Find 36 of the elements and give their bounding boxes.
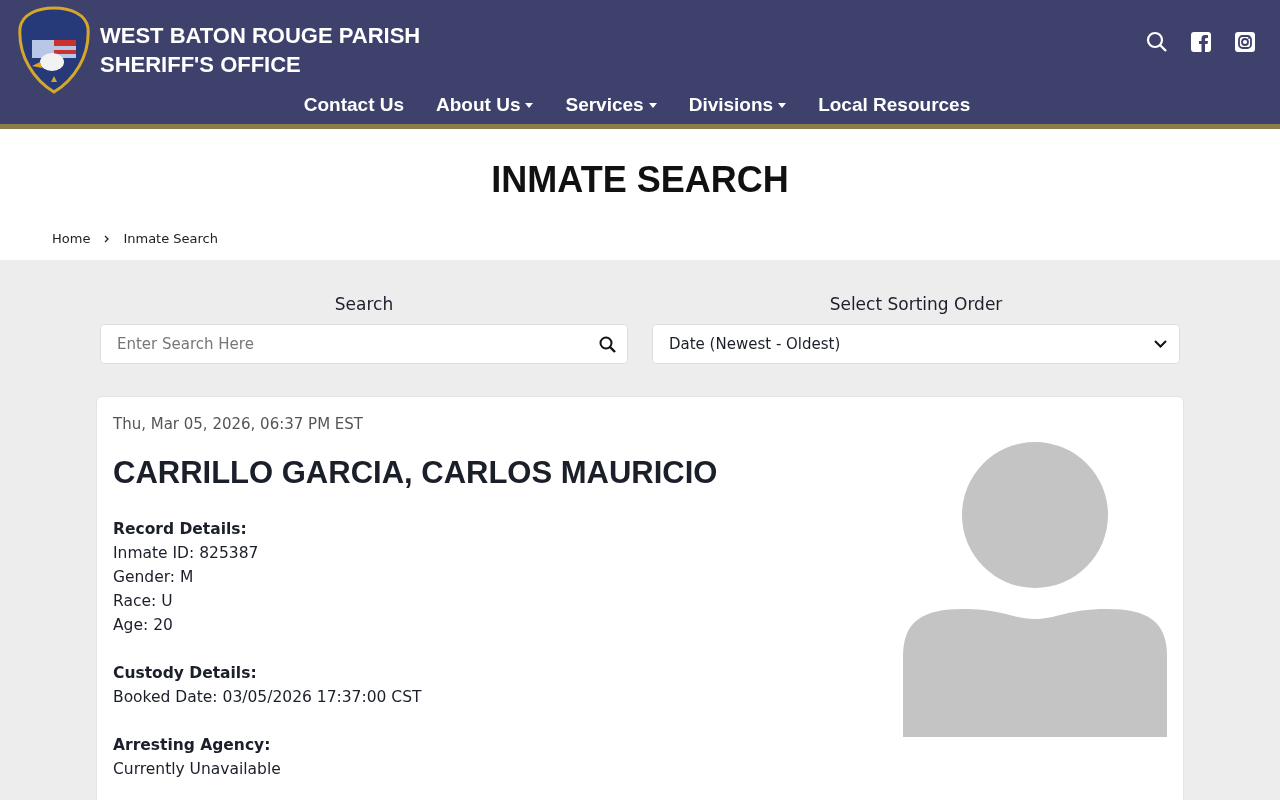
search-icon[interactable] [1146, 31, 1168, 53]
caret-icon [778, 102, 787, 108]
detail-text: Currently Unavailable [113, 759, 282, 780]
nav-link[interactable]: Services [565, 94, 657, 116]
inmate-name: CARRILLO GARCIA, CARLOS MAURICIO [113, 455, 719, 491]
chevron-down-icon [1154, 340, 1167, 348]
section-heading: Custody Details: [113, 663, 258, 684]
detail-text: Booked Date: 03/05/2026 17:37:00 CST [113, 687, 423, 708]
person-silhouette-icon [903, 441, 1167, 737]
facebook-icon[interactable] [1190, 31, 1212, 53]
breadcrumb-link[interactable]: Inmate Search [123, 231, 218, 246]
nav-link[interactable]: Contact Us [303, 94, 405, 116]
caret-icon [525, 102, 534, 108]
breadcrumb-link[interactable]: Home [52, 231, 91, 246]
search-field[interactable]: Enter Search Here [100, 324, 628, 364]
nav-link[interactable]: About Us [436, 94, 534, 116]
chevron-right-icon [104, 234, 110, 243]
nav-link[interactable]: Divisions [688, 94, 787, 116]
instagram-icon[interactable] [1234, 31, 1256, 53]
sort-dropdown[interactable]: Date (Newest - Oldest) [652, 324, 1180, 364]
detail-text: Race: U [113, 591, 174, 612]
site-title[interactable]: WEST BATON ROUGE PARISH [100, 21, 421, 50]
nav-link[interactable]: Local Resources [818, 94, 971, 116]
record-timestamp: Thu, Mar 05, 2026, 06:37 PM EST [113, 415, 365, 433]
caret-icon [648, 102, 657, 108]
detail-text: Inmate ID: 825387 [113, 543, 260, 564]
sheriff-badge-logo-icon[interactable] [18, 6, 90, 94]
sort-label: Select Sorting Order [829, 294, 1003, 314]
detail-text: Age: 20 [113, 615, 174, 636]
section-heading: Arresting Agency: [113, 735, 272, 756]
page-title: INMATE SEARCH [490, 159, 790, 201]
search-icon[interactable] [599, 336, 616, 353]
detail-text: Gender: M [113, 567, 195, 588]
section-heading: Record Details: [113, 519, 248, 540]
site-title[interactable]: SHERIFF'S OFFICE [100, 50, 421, 79]
search-label: Search [334, 294, 394, 314]
